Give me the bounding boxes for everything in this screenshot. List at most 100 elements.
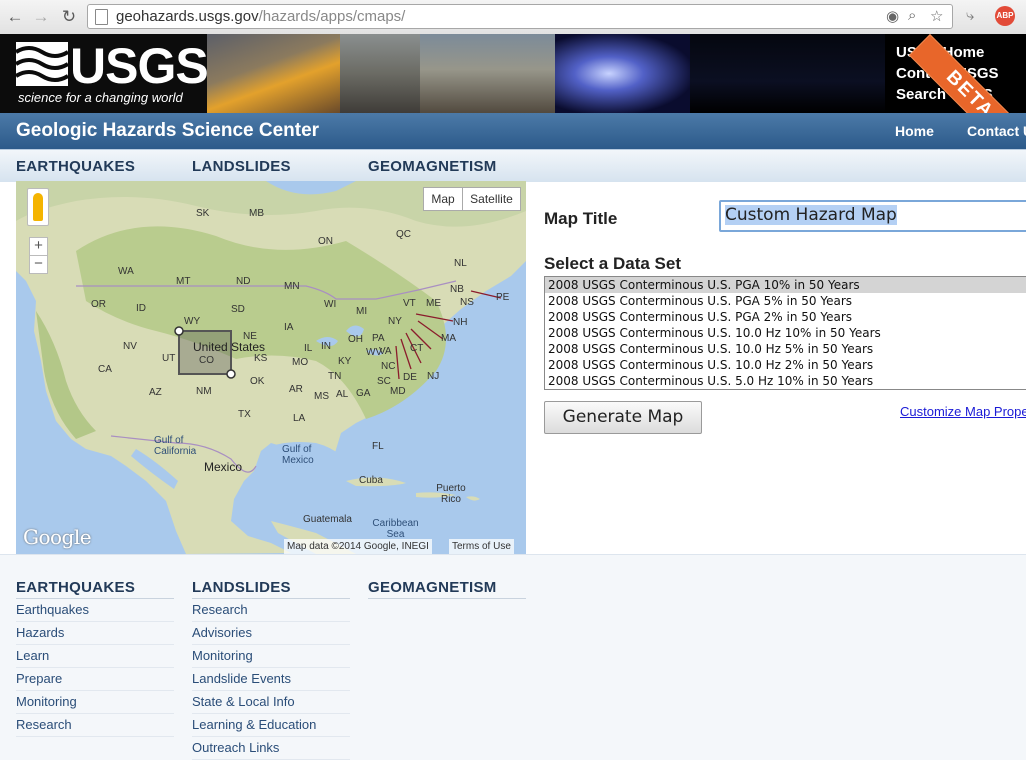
- dataset-option[interactable]: 2008 USGS Conterminous U.S. PGA 2% in 50…: [545, 309, 1026, 325]
- footer-column-geomagnetism: GEOMAGNETISM: [368, 579, 526, 599]
- map-label-state: NM: [196, 386, 212, 397]
- map-label-state: NS: [460, 297, 474, 308]
- dataset-option[interactable]: 2008 USGS Conterminous U.S. 5.0 Hz 10% i…: [545, 373, 1026, 389]
- map-title-input[interactable]: Custom Hazard Map: [719, 200, 1026, 232]
- zoom-in-button[interactable]: +: [29, 237, 48, 256]
- map-label-state: MA: [441, 333, 456, 344]
- footer-link[interactable]: Earthquakes: [16, 599, 174, 622]
- map-label-state: NY: [388, 316, 402, 327]
- footer-link[interactable]: Learning & Education: [192, 714, 350, 737]
- footer-link[interactable]: State & Local Info: [192, 691, 350, 714]
- url-host: geohazards.usgs.gov: [116, 8, 259, 25]
- google-logo: Google: [23, 525, 92, 549]
- terms-of-use-link[interactable]: Terms of Use: [449, 539, 514, 554]
- map-label-state: AZ: [149, 387, 162, 398]
- map-label-guatemala: Guatemala: [303, 514, 352, 525]
- map-label-state: UT: [162, 353, 176, 364]
- site-title[interactable]: Geologic Hazards Science Center: [16, 120, 319, 142]
- map-label-state: WI: [324, 299, 337, 310]
- map-label-state: NV: [123, 341, 137, 352]
- usgs-wordmark: USGS: [70, 38, 209, 94]
- nav-tab-earthquakes[interactable]: EARTHQUAKES: [16, 158, 135, 175]
- map-label-state: MD: [390, 386, 406, 397]
- footer-heading[interactable]: EARTHQUAKES: [16, 579, 174, 599]
- address-bar[interactable]: geohazards.usgs.gov/hazards/apps/cmaps/ …: [87, 4, 953, 29]
- dataset-option[interactable]: 2008 USGS Conterminous U.S. 10.0 Hz 10% …: [545, 325, 1026, 341]
- map-label-state: MI: [356, 306, 368, 317]
- map-label-state: IN: [321, 341, 331, 352]
- footer-link[interactable]: Research: [192, 599, 350, 622]
- url-text[interactable]: geohazards.usgs.gov/hazards/apps/cmaps/: [116, 8, 405, 25]
- nav-tab-landslides[interactable]: LANDSLIDES: [192, 158, 291, 175]
- usgs-banner: USGS science for a changing world USGS H…: [0, 34, 1026, 113]
- map-label-state: NC: [381, 361, 396, 372]
- forward-arrow-icon[interactable]: →: [30, 6, 52, 28]
- cookie-blocked-icon[interactable]: ◉: [886, 7, 899, 25]
- footer-link[interactable]: Monitoring: [192, 645, 350, 668]
- contact-link[interactable]: Contact Us: [967, 123, 1026, 139]
- back-arrow-icon[interactable]: ←: [4, 6, 26, 28]
- map-label-state: ID: [136, 303, 146, 314]
- bookmark-star-icon[interactable]: ☆: [930, 7, 943, 25]
- footer-link[interactable]: Prepare: [16, 668, 174, 691]
- dataset-option[interactable]: 2008 USGS Conterminous U.S. 10.0 Hz 5% i…: [545, 341, 1026, 357]
- street-view-pegman-icon[interactable]: [27, 188, 49, 226]
- reload-icon[interactable]: ↻: [58, 6, 80, 28]
- map-attribution: Map data ©2014 Google, INEGI: [284, 539, 432, 554]
- map-label-puerto-rico: Puerto Rico: [436, 483, 466, 505]
- footer-heading[interactable]: GEOMAGNETISM: [368, 579, 526, 599]
- map-label-gulf-of-california: Gulf of California: [154, 435, 197, 457]
- map-type-satellite-button[interactable]: Satellite: [462, 187, 521, 211]
- map-label-state: TN: [328, 371, 342, 382]
- dataset-option[interactable]: 2008 USGS Conterminous U.S. PGA 10% in 5…: [545, 277, 1026, 293]
- browser-toolbar: ← → ↻ geohazards.usgs.gov/hazards/apps/c…: [0, 0, 1026, 35]
- banner-photo-aurora: [555, 34, 690, 113]
- dataset-option[interactable]: 2008 USGS Conterminous U.S. 10.0 Hz 2% i…: [545, 357, 1026, 373]
- footer-link[interactable]: Hazards: [16, 622, 174, 645]
- map-label-cuba: Cuba: [359, 475, 383, 486]
- nav-tab-geomagnetism[interactable]: GEOMAGNETISM: [368, 158, 497, 175]
- footer-link[interactable]: Advisories: [192, 622, 350, 645]
- map-label-state: MB: [249, 208, 264, 219]
- site-header: Geologic Hazards Science Center Home Con…: [0, 113, 1026, 149]
- map-label-state: NB: [450, 284, 464, 295]
- map-label-state: DE: [403, 372, 417, 383]
- zoom-icon[interactable]: ⌕: [908, 7, 916, 24]
- map-label-united-states: United States: [193, 340, 266, 354]
- footer-link[interactable]: Research: [16, 714, 174, 737]
- map-label-state: AL: [336, 389, 349, 400]
- footer-link[interactable]: Landslide Events: [192, 668, 350, 691]
- footer-heading[interactable]: LANDSLIDES: [192, 579, 350, 599]
- dataset-option[interactable]: 2008 USGS Conterminous U.S. PGA 5% in 50…: [545, 293, 1026, 309]
- map-label-state: IA: [284, 322, 294, 333]
- zoom-out-button[interactable]: −: [29, 255, 48, 274]
- map-label-state: NJ: [427, 371, 440, 382]
- dataset-label: Select a Data Set: [544, 254, 682, 273]
- map-label-state: LA: [293, 413, 306, 424]
- map-label-state: TX: [238, 409, 251, 420]
- map-label-state: VT: [403, 298, 416, 309]
- page-icon: [95, 9, 108, 25]
- map-label-state: WY: [184, 316, 201, 327]
- url-path: /hazards/apps/cmaps/: [258, 8, 406, 25]
- adblock-icon[interactable]: ABP: [995, 6, 1015, 26]
- dataset-listbox[interactable]: 2008 USGS Conterminous U.S. PGA 10% in 5…: [544, 276, 1026, 390]
- footer-link[interactable]: Monitoring: [16, 691, 174, 714]
- map-label-state: PA: [372, 333, 385, 344]
- footer-link[interactable]: Learn: [16, 645, 174, 668]
- map-label-caribbean-sea: Caribbean Sea: [372, 518, 419, 540]
- map-label-state: SC: [377, 376, 391, 387]
- map-label-state: SD: [231, 304, 245, 315]
- share-extension-icon[interactable]: ⤷: [966, 7, 974, 24]
- map-label-state: CT: [410, 343, 424, 354]
- generate-map-button[interactable]: Generate Map: [544, 401, 702, 434]
- footer-link[interactable]: Outreach Links: [192, 737, 350, 760]
- home-link[interactable]: Home: [895, 123, 934, 139]
- map-label-state: NL: [454, 258, 467, 269]
- customize-map-properties-link[interactable]: Customize Map Properties: [900, 404, 1026, 419]
- map-type-map-button[interactable]: Map: [423, 187, 463, 211]
- map-label-state: CA: [98, 364, 112, 375]
- google-map[interactable]: + − Map Satellite SK MB ON QC NL NB PE N…: [16, 181, 526, 554]
- usgs-logo[interactable]: USGS science for a changing world: [0, 34, 209, 113]
- map-label-gulf-of-mexico: Gulf of Mexico: [282, 444, 314, 466]
